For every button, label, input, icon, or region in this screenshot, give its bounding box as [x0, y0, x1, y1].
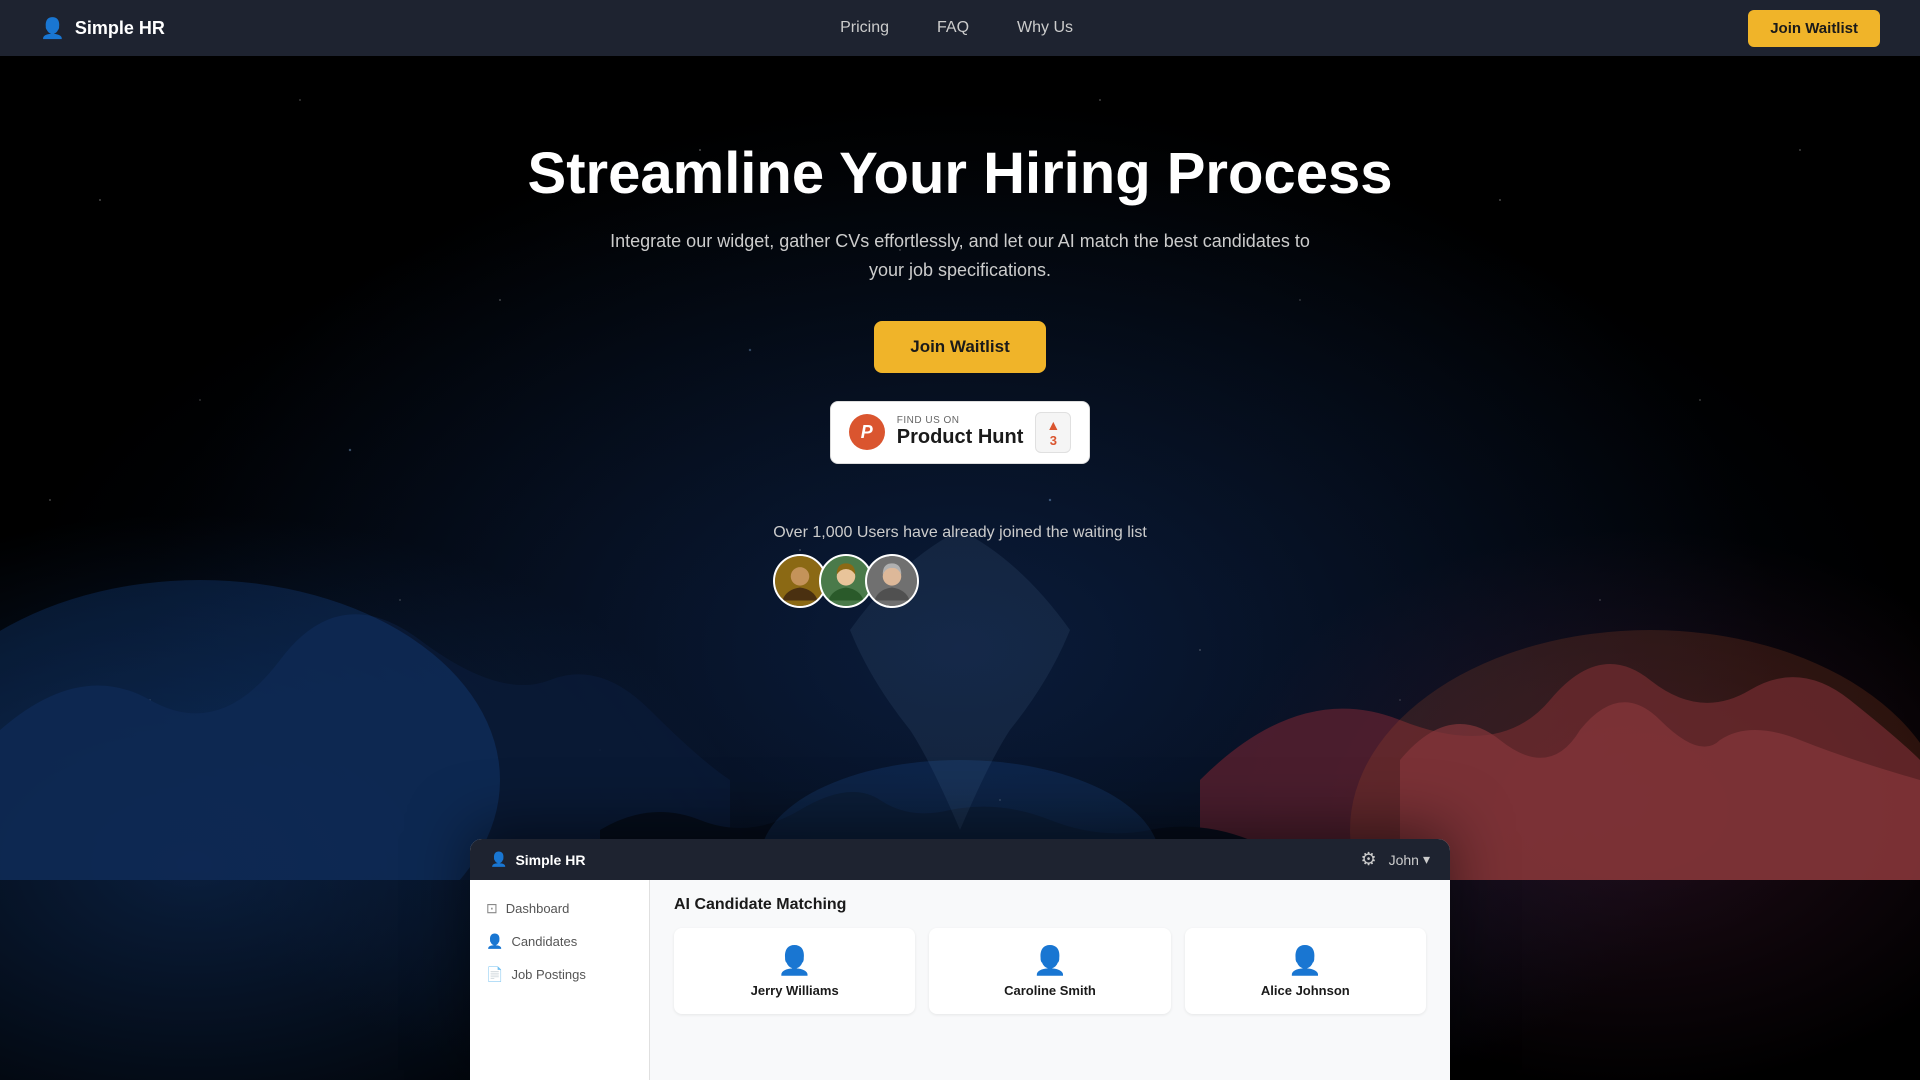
- nav-link-faq[interactable]: FAQ: [937, 19, 969, 37]
- settings-gear-button[interactable]: ⚙: [1360, 849, 1376, 870]
- candidate-card-2: 👤 Alice Johnson: [1185, 928, 1426, 1014]
- brand-name: Simple HR: [75, 18, 165, 39]
- nav-link-why-us[interactable]: Why Us: [1017, 19, 1073, 37]
- candidate-card-1: 👤 Caroline Smith: [929, 928, 1170, 1014]
- upvote-arrow-icon: ▲: [1046, 417, 1060, 433]
- person-icon: 👤: [40, 16, 65, 41]
- candidate-card-0: 👤 Jerry Williams: [674, 928, 915, 1014]
- sidebar-item-dashboard[interactable]: ⊡ Dashboard: [470, 892, 649, 925]
- product-hunt-name: Product Hunt: [897, 426, 1024, 449]
- product-hunt-badge[interactable]: P FIND US ON Product Hunt ▲ 3: [830, 401, 1091, 464]
- app-person-icon: 👤: [490, 851, 507, 868]
- candidate-name-1: Caroline Smith: [1004, 983, 1096, 998]
- brand-logo: 👤 Simple HR: [40, 16, 165, 41]
- product-hunt-find-text: FIND US ON: [897, 415, 1024, 426]
- nav-join-waitlist-button[interactable]: Join Waitlist: [1748, 10, 1880, 47]
- product-hunt-upvote[interactable]: ▲ 3: [1035, 412, 1071, 453]
- dashboard-icon: ⊡: [486, 900, 498, 917]
- app-brand: 👤 Simple HR: [490, 851, 585, 868]
- app-main-content: AI Candidate Matching 👤 Jerry Williams 👤…: [650, 880, 1450, 1080]
- app-titlebar: 👤 Simple HR ⚙ John ▾: [470, 839, 1450, 880]
- hero-join-waitlist-button[interactable]: Join Waitlist: [874, 321, 1046, 373]
- upvote-count: 3: [1050, 433, 1057, 448]
- candidate-person-icon-0: 👤: [777, 944, 812, 977]
- candidates-section-title: AI Candidate Matching: [674, 896, 1426, 914]
- job-postings-icon: 📄: [486, 966, 503, 983]
- social-proof-text: Over 1,000 Users have already joined the…: [773, 524, 1147, 542]
- sidebar-item-candidates[interactable]: 👤 Candidates: [470, 925, 649, 958]
- chevron-down-icon: ▾: [1423, 851, 1430, 868]
- product-hunt-text: FIND US ON Product Hunt: [897, 415, 1024, 449]
- hero-subtitle: Integrate our widget, gather CVs effortl…: [610, 227, 1310, 285]
- app-window: 👤 Simple HR ⚙ John ▾ ⊡ Dashboar: [470, 839, 1450, 1080]
- hero-content: Streamline Your Hiring Process Integrate…: [0, 140, 1920, 524]
- candidates-grid: 👤 Jerry Williams 👤 Caroline Smith 👤 Alic…: [674, 928, 1426, 1014]
- product-hunt-logo: P: [849, 414, 885, 450]
- app-sidebar: ⊡ Dashboard 👤 Candidates 📄 Job Postings: [470, 880, 650, 1080]
- sidebar-dashboard-label: Dashboard: [506, 901, 570, 916]
- candidate-person-icon-2: 👤: [1288, 944, 1323, 977]
- hero-title: Streamline Your Hiring Process: [0, 140, 1920, 207]
- avatar-group: [773, 554, 1147, 608]
- user-name-label: John: [1389, 852, 1419, 868]
- nav-links: Pricing FAQ Why Us: [840, 19, 1073, 37]
- sidebar-candidates-label: Candidates: [511, 934, 577, 949]
- user-menu-button[interactable]: John ▾: [1389, 851, 1430, 868]
- navbar: 👤 Simple HR Pricing FAQ Why Us Join Wait…: [0, 0, 1920, 56]
- candidate-name-0: Jerry Williams: [751, 983, 839, 998]
- avatar-3: [865, 554, 919, 608]
- hero-section: Streamline Your Hiring Process Integrate…: [0, 0, 1920, 1080]
- candidate-person-icon-1: 👤: [1033, 944, 1068, 977]
- sidebar-item-job-postings[interactable]: 📄 Job Postings: [470, 958, 649, 991]
- social-proof-section: Over 1,000 Users have already joined the…: [773, 524, 1147, 608]
- app-brand-name: Simple HR: [515, 852, 585, 868]
- candidates-icon: 👤: [486, 933, 503, 950]
- app-body: ⊡ Dashboard 👤 Candidates 📄 Job Postings …: [470, 880, 1450, 1080]
- sidebar-jobpostings-label: Job Postings: [511, 967, 585, 982]
- app-titlebar-right: ⚙ John ▾: [1360, 849, 1430, 870]
- nav-link-pricing[interactable]: Pricing: [840, 19, 889, 37]
- candidate-name-2: Alice Johnson: [1261, 983, 1350, 998]
- app-preview: 👤 Simple HR ⚙ John ▾ ⊡ Dashboar: [470, 839, 1450, 1080]
